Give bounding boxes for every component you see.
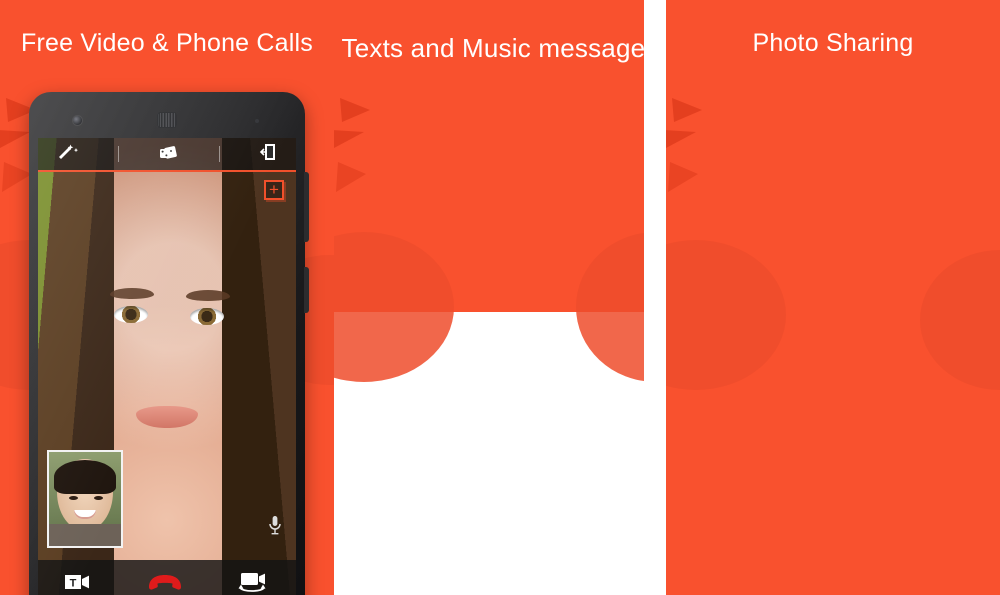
face-detail	[136, 406, 198, 428]
face-detail	[190, 308, 224, 325]
magic-wand-icon[interactable]	[57, 143, 79, 166]
power-button[interactable]	[304, 267, 309, 313]
face-detail	[110, 288, 154, 299]
phone-device: + T	[29, 92, 309, 595]
background-blob	[666, 240, 786, 390]
toolbar-divider	[118, 146, 120, 162]
text-video-toggle[interactable]: T	[63, 572, 97, 592]
microphone-icon[interactable]	[268, 515, 282, 540]
svg-text:T: T	[69, 578, 76, 590]
add-participant-button[interactable]: +	[264, 180, 284, 200]
self-view-detail	[94, 496, 103, 500]
phone-screen-video-call: + T	[38, 138, 296, 595]
dice-icon[interactable]	[158, 143, 180, 166]
call-top-toolbar	[38, 138, 296, 170]
front-camera-icon	[73, 116, 82, 125]
face-detail	[186, 290, 230, 301]
accent-rule	[38, 170, 296, 172]
screenshot-stage: Free Video & Phone Calls + T Texts and M…	[0, 0, 1000, 595]
panel-photo-sharing: Photo Sharing ✕ +	[666, 0, 1000, 595]
self-view-detail	[69, 496, 78, 500]
flip-camera-button[interactable]	[233, 571, 271, 593]
earpiece-speaker	[157, 112, 177, 128]
background-blob	[920, 250, 1000, 390]
volume-button[interactable]	[304, 172, 309, 242]
proximity-sensor	[255, 119, 259, 123]
panel-texts-music: Texts and Music messages Erica, Sam,	[334, 0, 666, 595]
face-detail	[114, 306, 148, 323]
exit-door-icon[interactable]	[259, 143, 277, 166]
burst-decoration	[666, 98, 702, 192]
end-call-button[interactable]	[146, 572, 184, 592]
video-scene-right	[222, 138, 296, 595]
page-title: Texts and Music messages	[341, 33, 659, 63]
panel-video-calls: Free Video & Phone Calls + T	[0, 0, 334, 595]
panel-gutter	[644, 0, 666, 595]
toolbar-divider	[218, 146, 220, 162]
self-view-thumbnail[interactable]	[47, 450, 123, 548]
background-blob	[334, 232, 454, 382]
self-view-hair	[54, 460, 116, 494]
call-bottom-toolbar: T	[38, 560, 296, 595]
page-title: Free Video & Phone Calls	[20, 29, 313, 57]
self-view-body	[49, 524, 121, 546]
page-title: Photo Sharing	[752, 29, 914, 57]
